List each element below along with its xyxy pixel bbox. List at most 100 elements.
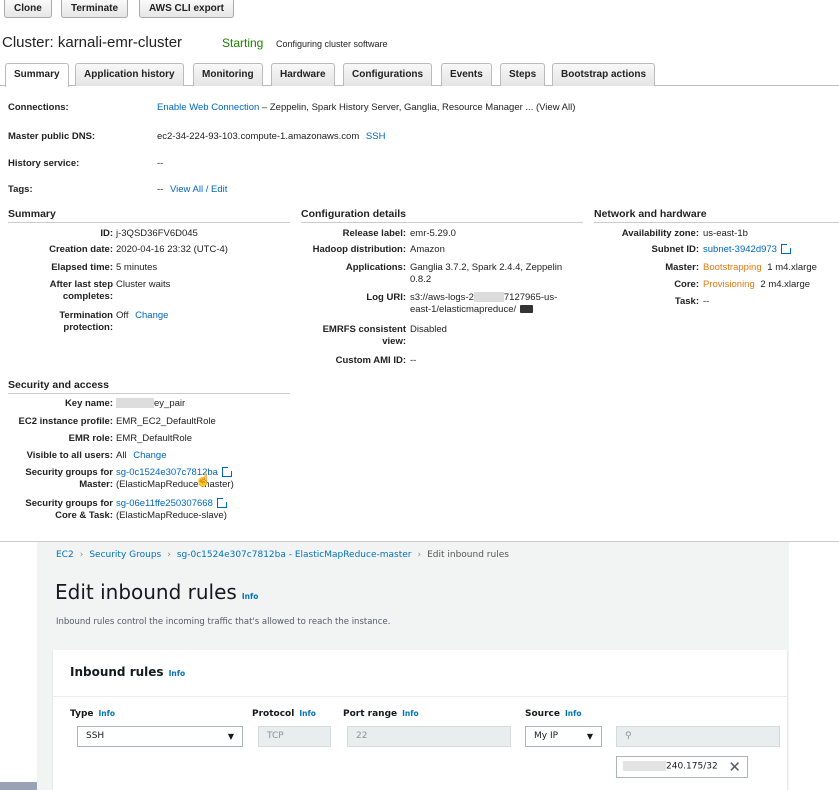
- sg-core-label-line2: Core & Task:: [55, 510, 113, 521]
- type-column-header: Type Info: [70, 709, 115, 719]
- enable-web-connection-link[interactable]: Enable Web Connection: [157, 102, 259, 113]
- log-uri-label: Log URI:: [366, 292, 406, 303]
- master-label: Master:: [665, 262, 699, 273]
- type-select-value: SSH: [86, 731, 105, 741]
- cluster-status-detail: Configuring cluster software: [276, 39, 388, 49]
- breadcrumb-ec2[interactable]: EC2: [56, 550, 74, 560]
- applications-value: Ganglia 3.7.2, Spark 2.4.4, Zeppelin 0.8.…: [410, 262, 562, 286]
- ssh-link[interactable]: SSH: [366, 131, 386, 142]
- info-link[interactable]: Info: [402, 709, 419, 718]
- divider: [53, 696, 787, 697]
- history-service-label: History service:: [8, 158, 80, 169]
- tab-monitoring[interactable]: Monitoring: [193, 63, 263, 86]
- tab-events[interactable]: Events: [441, 63, 492, 86]
- security-access-heading: Security and access: [8, 379, 290, 394]
- visible-to-all-users-label: Visible to all users:: [26, 450, 113, 461]
- info-link[interactable]: Info: [98, 709, 115, 718]
- key-name-value: ey_pair: [116, 398, 185, 410]
- termination-protection-label: Termination protection:: [0, 310, 113, 334]
- protocol-column-header: Protocol Info: [252, 709, 316, 719]
- sg-master-label-line2: Master:: [79, 479, 113, 490]
- breadcrumb-security-group[interactable]: sg-0c1524e307c7812ba - ElasticMapReduce-…: [177, 550, 412, 560]
- core-label: Core:: [674, 279, 699, 290]
- network-hardware-heading: Network and hardware: [594, 208, 839, 223]
- subnet-id-label: Subnet ID:: [651, 244, 700, 255]
- port-range-field: 22: [347, 726, 511, 747]
- tab-hardware[interactable]: Hardware: [271, 63, 335, 86]
- info-link[interactable]: Info: [169, 669, 186, 678]
- tab-steps[interactable]: Steps: [500, 63, 546, 86]
- log-uri-part2: 7127965-us-: [503, 292, 558, 303]
- custom-ami-id-label: Custom AMI ID:: [335, 355, 406, 366]
- after-last-step-label-line2: completes:: [62, 291, 113, 302]
- folder-icon[interactable]: [520, 305, 534, 314]
- after-last-step-label-line1: After last step: [49, 279, 113, 290]
- termination-change-link[interactable]: Change: [135, 310, 168, 321]
- summary-heading: Summary: [8, 208, 290, 223]
- tab-summary[interactable]: Summary: [5, 63, 69, 87]
- type-header-text: Type: [70, 709, 94, 719]
- ec2-instance-profile-label: EC2 instance profile:: [18, 416, 114, 427]
- aws-cli-export-button[interactable]: AWS CLI export: [139, 0, 235, 18]
- tab-application-history[interactable]: Application history: [75, 63, 184, 86]
- sg-master-label-line1: Security groups for: [25, 467, 113, 478]
- core-status-badge: Provisioning: [703, 279, 755, 290]
- log-uri-part1: s3://aws-logs-2: [410, 292, 474, 303]
- type-select[interactable]: SSH ▼: [77, 726, 243, 747]
- external-link-icon[interactable]: [221, 466, 233, 478]
- chevron-right-icon: ›: [167, 550, 171, 560]
- tags-label: Tags:: [8, 184, 33, 195]
- termination-protection-label-line1: Termination: [59, 310, 113, 321]
- visible-change-link[interactable]: Change: [133, 450, 166, 461]
- tags-view-edit-link[interactable]: View All / Edit: [170, 184, 227, 195]
- info-link[interactable]: Info: [242, 592, 259, 601]
- termination-protection-label-line2: protection:: [63, 322, 113, 333]
- connections-label: Connections:: [8, 102, 69, 113]
- key-name-label: Key name:: [64, 398, 113, 409]
- clone-button[interactable]: Clone: [4, 0, 52, 18]
- info-link[interactable]: Info: [565, 709, 582, 718]
- custom-ami-id-value: --: [410, 355, 417, 366]
- security-groups-master-label: Security groups for Master:: [0, 467, 113, 491]
- after-last-step-label: After last step completes:: [0, 279, 113, 303]
- release-label-value: emr-5.29.0: [410, 228, 456, 239]
- subnet-id-link[interactable]: subnet-3942d973: [703, 244, 777, 255]
- protocol-field: TCP: [258, 726, 331, 747]
- caret-down-icon: ▼: [227, 732, 234, 741]
- configuration-details-heading: Configuration details: [301, 208, 583, 223]
- ec2-edit-inbound-rules-panel: EC2 › Security Groups › sg-0c1524e307c7812ba…: [37, 542, 789, 790]
- close-icon[interactable]: ✕: [728, 758, 741, 776]
- sg-core-link[interactable]: sg-06e11ffe250307668: [116, 498, 213, 509]
- ec2-instance-profile-value: EMR_EC2_DefaultRole: [116, 416, 216, 427]
- log-uri-part3: east-1/elasticmapreduce/: [410, 304, 517, 315]
- redacted-region: [473, 292, 504, 303]
- visible-to-all-users-state: All: [116, 450, 127, 461]
- connections-apps-text: – Zeppelin, Spark History Server, Gangli…: [259, 102, 576, 113]
- tab-configurations[interactable]: Configurations: [343, 63, 433, 86]
- cluster-status: Starting: [222, 36, 264, 50]
- search-icon: ⚲: [625, 731, 632, 741]
- emrfs-consistent-view-value: Disabled: [410, 324, 447, 335]
- taskbar-fragment: [0, 782, 37, 790]
- availability-zone-value: us-east-1b: [703, 228, 748, 239]
- source-select[interactable]: My IP ▼: [525, 726, 602, 747]
- external-link-icon[interactable]: [780, 243, 792, 255]
- source-cidr-token[interactable]: 240.175/32 ✕: [616, 756, 748, 778]
- security-groups-core-value: sg-06e11ffe250307668 (ElasticMapReduce-sl…: [116, 497, 228, 522]
- page-description: Inbound rules control the incoming traff…: [56, 617, 391, 627]
- inbound-rules-title: Inbound rules Info: [70, 665, 185, 679]
- tags-dash: --: [157, 184, 164, 195]
- protocol-header-text: Protocol: [252, 709, 295, 719]
- master-value: Bootstrapping 1 m4.xlarge: [703, 262, 817, 274]
- terminate-button[interactable]: Terminate: [61, 0, 129, 18]
- master-dns-value: ec2-34-224-93-103.compute-1.amazonaws.co…: [157, 131, 385, 142]
- external-link-icon[interactable]: [216, 497, 228, 509]
- subnet-id-value: subnet-3942d973: [703, 243, 792, 256]
- caret-down-icon: ▼: [586, 732, 593, 741]
- hadoop-distribution-value: Amazon: [410, 244, 445, 255]
- info-link[interactable]: Info: [299, 709, 316, 718]
- tab-bootstrap-actions[interactable]: Bootstrap actions: [552, 63, 656, 86]
- breadcrumb-security-groups[interactable]: Security Groups: [89, 550, 161, 560]
- source-search-input[interactable]: ⚲: [616, 726, 780, 747]
- visible-to-all-users-value: All Change: [116, 450, 166, 462]
